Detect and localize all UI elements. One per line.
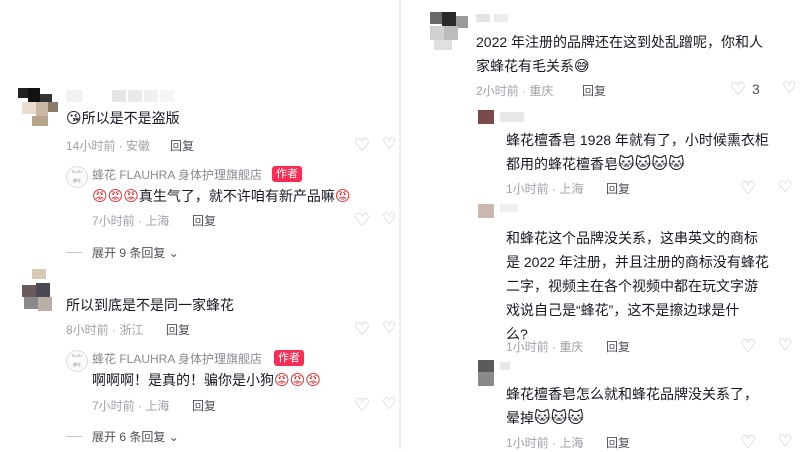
dislike-icon[interactable]: ♡ xyxy=(778,434,792,450)
expand-replies-button[interactable]: 展开 6 条回复 ⌄ xyxy=(92,428,179,445)
comment-item: 😘所以是不是盗版 14小时前 · 安徽 回复 ♡ ♡ xyxy=(0,0,400,155)
dislike-icon[interactable]: ♡ xyxy=(782,81,796,97)
avatar[interactable] xyxy=(18,269,62,313)
angry-emoji-icon: 😡 xyxy=(107,188,124,205)
comment-item: 蜂花檀香皂 1928 年就有了，小时候熏衣柜 都用的蜂花檀香皂🐱🐱🐱🐱 1小时前… xyxy=(400,104,800,199)
reply-button[interactable]: 回复 xyxy=(582,82,606,99)
username-redacted[interactable] xyxy=(500,112,560,124)
reply-time: 7小时前 · 上海 xyxy=(92,399,170,413)
like-heart-icon[interactable]: ♡ xyxy=(740,179,756,197)
like-heart-icon[interactable]: ♡ xyxy=(354,136,370,154)
like-count: 3 xyxy=(752,81,760,97)
like-heart-icon[interactable]: ♡ xyxy=(354,211,370,229)
username-redacted[interactable] xyxy=(500,362,520,374)
expand-divider xyxy=(66,252,82,253)
comment-time: 1小时前 · 上海 xyxy=(506,182,584,196)
reply-button[interactable]: 回复 xyxy=(192,212,216,229)
angry-emoji-icon: 😡 xyxy=(334,188,351,205)
store-avatar[interactable]: FLAU 蜂花 xyxy=(66,166,88,188)
angry-emoji-icon: 😡 xyxy=(305,372,321,389)
comment-text: 和蜂花这个品牌没关系，这串英文的商标 是 2022 年注册，并且注册的商标没有蜂… xyxy=(506,230,769,342)
store-name[interactable]: 蜂花 FLAUHRA 身体护理旗舰店 xyxy=(92,350,262,367)
reply-time: 7小时前 · 上海 xyxy=(92,214,170,228)
reply-item: FLAU 蜂花 蜂花 FLAUHRA 身体护理旗舰店 作者 😡😡😡真生气了，就不许… xyxy=(0,160,400,235)
comment-text: 😘所以是不是盗版 xyxy=(66,110,180,127)
angry-emoji-icon: 😡 xyxy=(123,188,139,205)
chevron-down-icon: ⌄ xyxy=(168,246,179,260)
avatar[interactable] xyxy=(430,12,470,52)
like-heart-icon[interactable]: ♡ xyxy=(740,337,756,355)
like-heart-icon[interactable]: ♡ xyxy=(354,320,370,338)
comment-time: 1小时前 · 重庆 xyxy=(506,340,584,354)
fox-emoji-icon: 🐱 xyxy=(634,156,652,173)
right-comment-panel: 2022 年注册的品牌还在这到处乱蹭呢，你和人 家蜂花有毛关系😅 2小时前 · … xyxy=(400,0,800,451)
reply-button[interactable]: 回复 xyxy=(606,434,630,451)
avatar[interactable] xyxy=(478,360,494,386)
angry-emoji-icon: 😡 xyxy=(92,188,108,205)
fox-emoji-icon: 🐱 xyxy=(668,156,685,173)
reply-button[interactable]: 回复 xyxy=(606,180,630,197)
comment-text: 蜂花檀香皂怎么就和蜂花品牌没关系了， 晕掉🐱🐱🐱 xyxy=(506,386,758,427)
author-badge: 作者 xyxy=(274,350,304,366)
store-avatar[interactable]: FLAU 蜂花 xyxy=(66,350,88,372)
reply-button[interactable]: 回复 xyxy=(606,338,630,355)
reply-button[interactable]: 回复 xyxy=(170,137,194,154)
fox-emoji-icon: 🐱 xyxy=(618,156,635,173)
fox-emoji-icon: 🐱 xyxy=(567,410,585,427)
avatar[interactable] xyxy=(478,110,494,124)
comment-text: 所以到底是不是同一家蜂花 xyxy=(66,297,234,313)
username-redacted[interactable] xyxy=(500,204,540,216)
author-badge: 作者 xyxy=(272,166,302,182)
reply-text: 😡😡😡真生气了，就不许咱有新产品嘛😡 xyxy=(92,188,351,205)
expand-divider xyxy=(66,436,82,437)
reply-button[interactable]: 回复 xyxy=(192,397,216,414)
username-redacted[interactable] xyxy=(66,90,206,102)
avatar[interactable] xyxy=(18,88,62,132)
dislike-icon[interactable]: ♡ xyxy=(778,338,792,354)
comment-item: 和蜂花这个品牌没关系，这串英文的商标 是 2022 年注册，并且注册的商标没有蜂… xyxy=(400,200,800,360)
chevron-down-icon: ⌄ xyxy=(168,430,179,444)
grin-emoji-icon: 😅 xyxy=(574,58,590,75)
comment-time: 14小时前 · 安徽 xyxy=(66,139,151,153)
comment-time: 2小时前 · 重庆 xyxy=(476,84,554,98)
store-name[interactable]: 蜂花 FLAUHRA 身体护理旗舰店 xyxy=(92,166,262,183)
comment-text: 蜂花檀香皂 1928 年就有了，小时候熏衣柜 都用的蜂花檀香皂🐱🐱🐱🐱 xyxy=(506,132,769,173)
comment-time: 1小时前 · 上海 xyxy=(506,436,584,450)
comment-item: 2022 年注册的品牌还在这到处乱蹭呢，你和人 家蜂花有毛关系😅 2小时前 · … xyxy=(400,0,800,100)
fox-emoji-icon: 🐱 xyxy=(550,410,568,427)
reply-item: FLAU 蜂花 蜂花 FLAUHRA 身体护理旗舰店 作者 啊啊啊！是真的！骗你是… xyxy=(0,348,400,418)
like-heart-icon[interactable]: ♡ xyxy=(354,396,370,414)
like-heart-icon[interactable]: ♡ xyxy=(730,80,746,98)
reply-button[interactable]: 回复 xyxy=(166,321,190,338)
avatar[interactable] xyxy=(478,204,494,218)
dislike-icon[interactable]: ♡ xyxy=(382,321,396,337)
like-heart-icon[interactable]: ♡ xyxy=(740,433,756,451)
dislike-icon[interactable]: ♡ xyxy=(382,397,396,413)
dislike-icon[interactable]: ♡ xyxy=(382,212,396,228)
comment-time: 8小时前 · 浙江 xyxy=(66,323,144,337)
angry-emoji-icon: 😡 xyxy=(274,372,290,389)
fox-emoji-icon: 🐱 xyxy=(651,156,669,173)
expand-replies-button[interactable]: 展开 9 条回复 ⌄ xyxy=(92,244,179,261)
dislike-icon[interactable]: ♡ xyxy=(382,137,396,153)
reply-text: 啊啊啊！是真的！骗你是小狗😡😡😡 xyxy=(92,372,321,389)
comment-item: 蜂花檀香皂怎么就和蜂花品牌没关系了， 晕掉🐱🐱🐱 1小时前 · 上海 回复 ♡ … xyxy=(400,358,800,451)
left-comment-panel: 😘所以是不是盗版 14小时前 · 安徽 回复 ♡ ♡ FLAU 蜂花 蜂花 FLA… xyxy=(0,0,400,450)
comment-item: 所以到底是不是同一家蜂花 8小时前 · 浙江 回复 ♡ ♡ xyxy=(0,265,400,345)
comment-text: 2022 年注册的品牌还在这到处乱蹭呢，你和人 家蜂花有毛关系😅 xyxy=(476,34,764,75)
fox-emoji-icon: 🐱 xyxy=(534,410,551,427)
kiss-emoji-icon: 😘 xyxy=(66,110,82,127)
dislike-icon[interactable]: ♡ xyxy=(778,180,792,196)
username-redacted[interactable] xyxy=(476,14,536,26)
angry-emoji-icon: 😡 xyxy=(289,372,306,389)
